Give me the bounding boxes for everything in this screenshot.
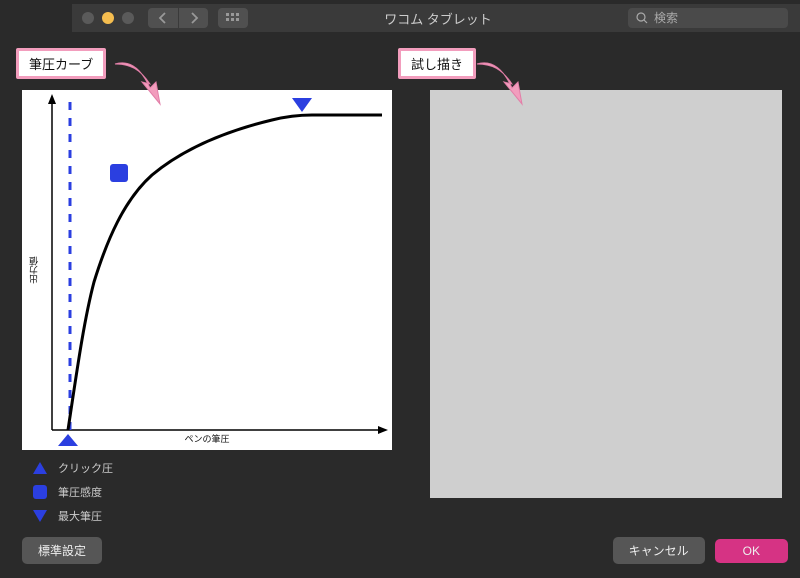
triangle-down-icon [32, 508, 48, 524]
legend-item-click: クリック圧 [32, 460, 113, 476]
legend-label-click: クリック圧 [58, 460, 113, 476]
sensitivity-handle[interactable] [110, 164, 128, 182]
nav-buttons-group [148, 8, 208, 28]
search-input[interactable] [654, 11, 774, 25]
main-content: 筆圧カーブ 試し描き 出力値 ペンの筆圧 [22, 50, 788, 518]
max-pressure-handle[interactable] [292, 98, 312, 112]
pressure-curve-line[interactable] [68, 115, 382, 430]
legend-label-max: 最大筆圧 [58, 508, 102, 524]
footer-buttons: 標準設定 キャンセル OK [22, 537, 788, 564]
minimize-window-button[interactable] [102, 12, 114, 24]
defaults-button[interactable]: 標準設定 [22, 537, 102, 564]
close-window-button[interactable] [82, 12, 94, 24]
search-icon [636, 12, 648, 24]
search-field-wrap[interactable] [628, 8, 788, 28]
square-icon [32, 484, 48, 500]
maximize-window-button[interactable] [122, 12, 134, 24]
window-traffic-lights [82, 12, 134, 24]
nav-forward-button[interactable] [178, 8, 208, 28]
cancel-button[interactable]: キャンセル [613, 537, 705, 564]
nav-back-button[interactable] [148, 8, 178, 28]
window-title: ワコム タブレット [248, 9, 628, 28]
arrow-icon [472, 54, 542, 113]
titlebar: ワコム タブレット [72, 4, 800, 32]
pressure-curve-panel[interactable]: 出力値 ペンの筆圧 [22, 90, 392, 450]
legend-item-sensitivity: 筆圧感度 [32, 484, 113, 500]
y-axis-label: 出力値 [27, 257, 40, 284]
legend: クリック圧 筆圧感度 最大筆圧 [32, 460, 113, 524]
test-draw-canvas[interactable] [430, 90, 782, 498]
click-pressure-handle[interactable] [58, 434, 78, 446]
callout-test-draw: 試し描き [398, 48, 476, 79]
legend-label-sensitivity: 筆圧感度 [58, 484, 102, 500]
ok-button[interactable]: OK [715, 539, 788, 563]
arrow-icon [110, 54, 180, 113]
legend-item-max: 最大筆圧 [32, 508, 113, 524]
triangle-up-icon [32, 460, 48, 476]
callout-pressure-curve: 筆圧カーブ [16, 48, 106, 79]
grid-view-button[interactable] [218, 8, 248, 28]
pressure-curve-chart[interactable] [22, 90, 392, 450]
x-axis-label: ペンの筆圧 [184, 432, 229, 445]
